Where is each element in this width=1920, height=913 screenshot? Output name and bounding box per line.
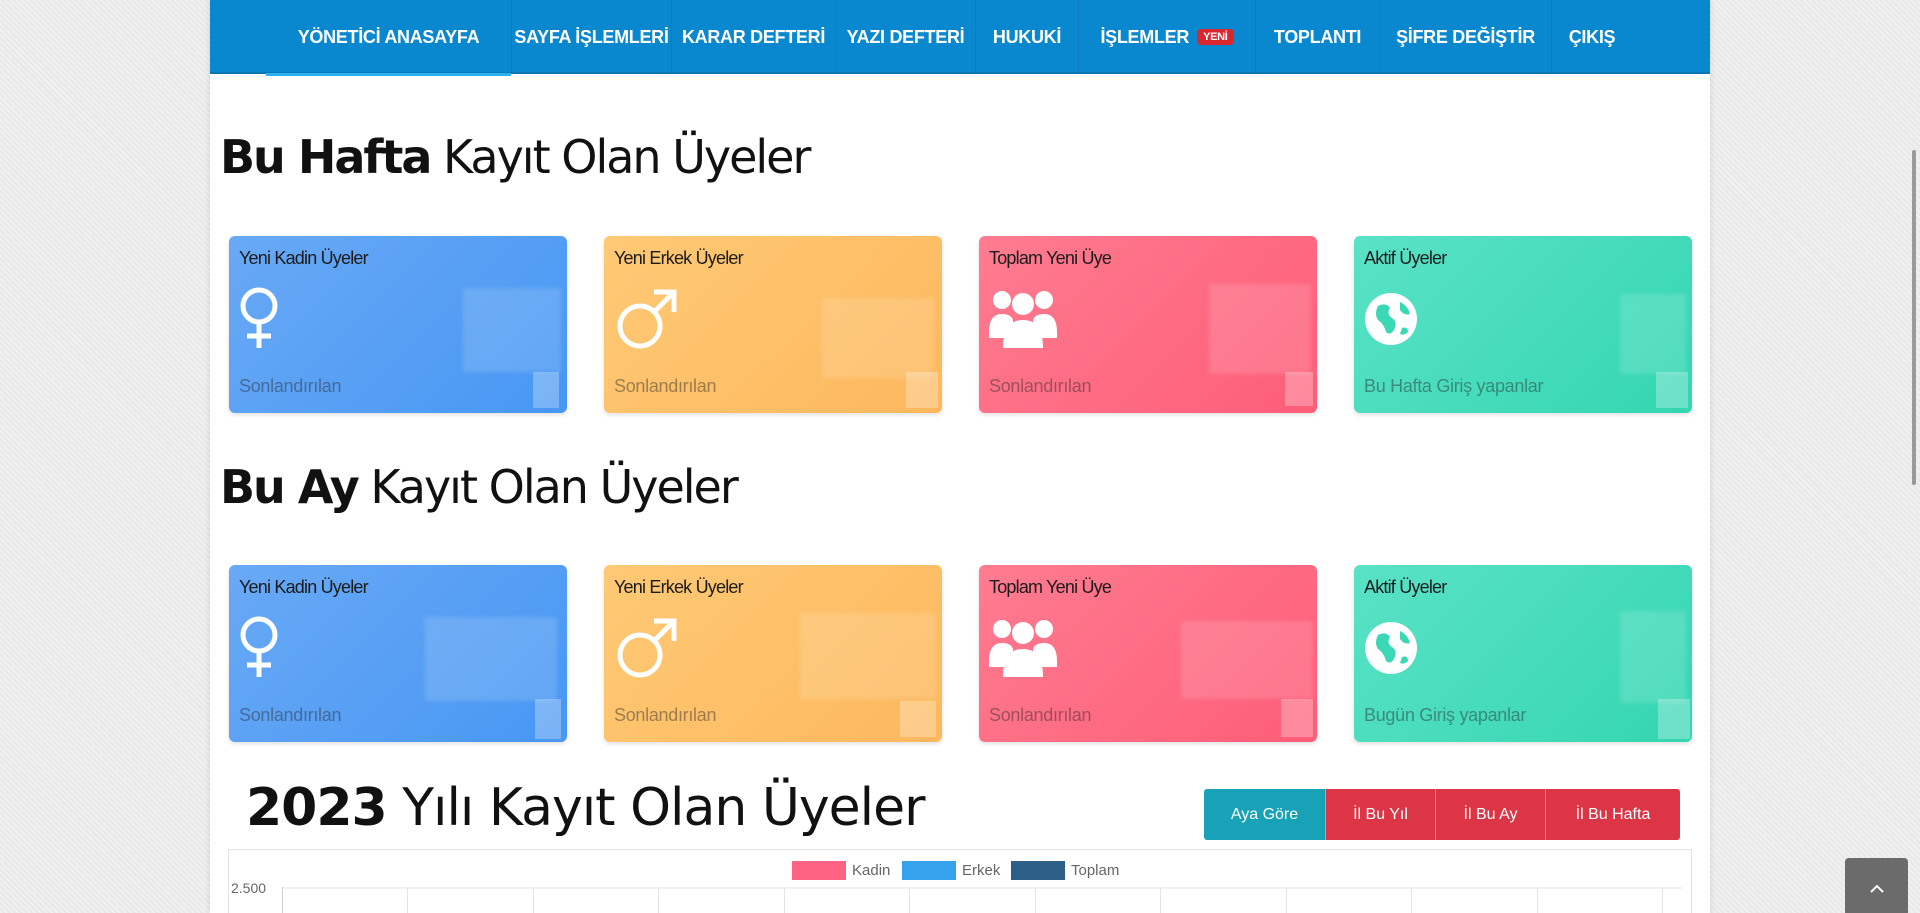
nav-item-legal[interactable]: HUKUKİ	[976, 0, 1079, 74]
blurred-value-small	[535, 699, 561, 739]
month-card-female[interactable]: Yeni Kadin Üyeler Sonlandırılan	[229, 565, 567, 742]
blurred-value	[822, 298, 934, 378]
nav-item-admin-home[interactable]: YÖNETİCİ ANASAYFA	[266, 0, 512, 76]
card-footer: Sonlandırılan	[989, 705, 1092, 725]
nav-label: HUKUKİ	[992, 26, 1062, 47]
card-footer: Sonlandırılan	[989, 376, 1092, 396]
week-card-active[interactable]: Aktif Üyeler Bu Hafta Giriş yapanlar	[1354, 236, 1692, 413]
nav-label: KARAR DEFTERİ	[681, 26, 826, 47]
male-icon	[614, 615, 680, 686]
blurred-value-small	[1285, 372, 1313, 406]
year-section-title: 2023 Yılı Kayıt Olan Üyeler	[246, 778, 925, 838]
year-title-bold: 2023	[246, 778, 388, 838]
blurred-value-small	[1656, 372, 1688, 408]
nav-label: İŞLEMLER	[1100, 26, 1190, 47]
week-card-total[interactable]: Toplam Yeni Üye Sonlandırılan	[979, 236, 1317, 413]
blurred-value-small	[900, 701, 936, 737]
legend-label: Toplam	[1071, 862, 1120, 879]
legend-item-kadin[interactable]: Kadin	[792, 861, 890, 880]
month-section-title: Bu Ay Kayıt Olan Üyeler	[220, 460, 739, 514]
legend-swatch	[902, 861, 956, 880]
blurred-value	[1620, 611, 1686, 703]
legend-item-erkek[interactable]: Erkek	[902, 861, 1000, 880]
legend-label: Kadin	[852, 862, 891, 879]
nav-label: ÇIKIŞ	[1568, 26, 1616, 47]
legend-item-toplam[interactable]: Toplam	[1011, 861, 1119, 880]
globe-icon	[1364, 621, 1418, 680]
card-footer: Sonlandırılan	[614, 376, 717, 396]
y-tick-label: 2.500	[231, 880, 267, 896]
by-month-button[interactable]: Aya Göre	[1204, 789, 1326, 840]
province-this-month-button[interactable]: İl Bu Ay	[1436, 789, 1546, 840]
month-card-active[interactable]: Aktif Üyeler Bugün Giriş yapanlar	[1354, 565, 1692, 742]
province-this-year-button[interactable]: İl Bu Yıl	[1326, 789, 1436, 840]
legend-label: Erkek	[962, 862, 1001, 879]
card-title: Toplam Yeni Üye	[989, 248, 1112, 268]
legend-swatch	[1011, 861, 1065, 880]
card-footer: Bu Hafta Giriş yapanlar	[1364, 376, 1544, 396]
card-title: Yeni Erkek Üyeler	[614, 577, 744, 597]
blurred-value	[463, 288, 561, 372]
card-title: Aktif Üyeler	[1364, 577, 1447, 597]
week-section-title: Bu Hafta Kayıt Olan Üyeler	[220, 130, 811, 184]
province-this-week-button[interactable]: İl Bu Hafta	[1546, 789, 1680, 840]
users-icon	[989, 286, 1057, 355]
card-title: Toplam Yeni Üye	[989, 577, 1112, 597]
main-container: YÖNETİCİ ANASAYFA SAYFA İŞLEMLERİ KARAR …	[210, 0, 1710, 913]
female-icon	[239, 615, 285, 684]
card-title: Yeni Kadin Üyeler	[239, 577, 369, 597]
month-title-light: Kayıt Olan Üyeler	[370, 460, 738, 514]
nav-label: YÖNETİCİ ANASAYFA	[297, 26, 480, 47]
week-card-female[interactable]: Yeni Kadin Üyeler Sonlandırılan	[229, 236, 567, 413]
nav-label: SAYFA İŞLEMLERİ	[514, 26, 669, 47]
blurred-value-small	[533, 372, 559, 408]
page-scrollbar[interactable]	[1912, 150, 1916, 485]
nav-label: ŞİFRE DEĞİŞTİR	[1396, 26, 1535, 47]
top-navbar: YÖNETİCİ ANASAYFA SAYFA İŞLEMLERİ KARAR …	[210, 0, 1710, 76]
female-icon	[239, 286, 285, 355]
male-icon	[614, 286, 680, 357]
nav-label: YAZI DEFTERİ	[846, 26, 965, 47]
blurred-value	[800, 613, 936, 699]
nav-item-operations[interactable]: İŞLEMLER YENİ	[1079, 0, 1256, 74]
nav-item-page-operations[interactable]: SAYFA İŞLEMLERİ	[512, 0, 672, 74]
blurred-value	[1620, 294, 1686, 374]
nav-item-logout[interactable]: ÇIKIŞ	[1552, 0, 1632, 74]
year-title-light: Yılı Kayıt Olan Üyeler	[402, 778, 925, 838]
blurred-value	[1181, 621, 1313, 699]
scroll-to-top-button[interactable]	[1845, 858, 1908, 913]
month-title-bold: Bu Ay	[220, 460, 360, 514]
blurred-value	[425, 617, 557, 701]
chart-filter-buttons: Aya Göre İl Bu Yıl İl Bu Ay İl Bu Hafta	[1204, 789, 1680, 840]
card-title: Aktif Üyeler	[1364, 248, 1447, 268]
nav-label: TOPLANTI	[1273, 26, 1362, 47]
week-title-light: Kayıt Olan Üyeler	[443, 130, 811, 184]
card-footer: Bugün Giriş yapanlar	[1364, 705, 1527, 725]
month-card-total[interactable]: Toplam Yeni Üye Sonlandırılan	[979, 565, 1317, 742]
legend-swatch	[792, 861, 846, 880]
card-title: Yeni Kadin Üyeler	[239, 248, 369, 268]
blurred-value-small	[1658, 699, 1690, 739]
blurred-value-small	[1281, 699, 1313, 737]
card-footer: Sonlandırılan	[614, 705, 717, 725]
month-card-male[interactable]: Yeni Erkek Üyeler Sonlandırılan	[604, 565, 942, 742]
week-title-bold: Bu Hafta	[220, 130, 432, 184]
chevron-up-icon	[1869, 877, 1885, 900]
nav-item-meeting[interactable]: TOPLANTI	[1256, 0, 1380, 74]
card-title: Yeni Erkek Üyeler	[614, 248, 744, 268]
chart-gridlines	[282, 887, 1682, 913]
globe-icon	[1364, 292, 1418, 351]
card-footer: Sonlandırılan	[239, 376, 342, 396]
blurred-value	[1209, 284, 1311, 374]
users-icon	[989, 615, 1057, 684]
nav-item-decision-book[interactable]: KARAR DEFTERİ	[672, 0, 836, 74]
card-footer: Sonlandırılan	[239, 705, 342, 725]
nav-item-change-password[interactable]: ŞİFRE DEĞİŞTİR	[1380, 0, 1552, 74]
week-card-male[interactable]: Yeni Erkek Üyeler Sonlandırılan	[604, 236, 942, 413]
nav-item-letter-book[interactable]: YAZI DEFTERİ	[836, 0, 976, 74]
new-badge: YENİ	[1197, 29, 1234, 45]
blurred-value-small	[906, 372, 938, 408]
